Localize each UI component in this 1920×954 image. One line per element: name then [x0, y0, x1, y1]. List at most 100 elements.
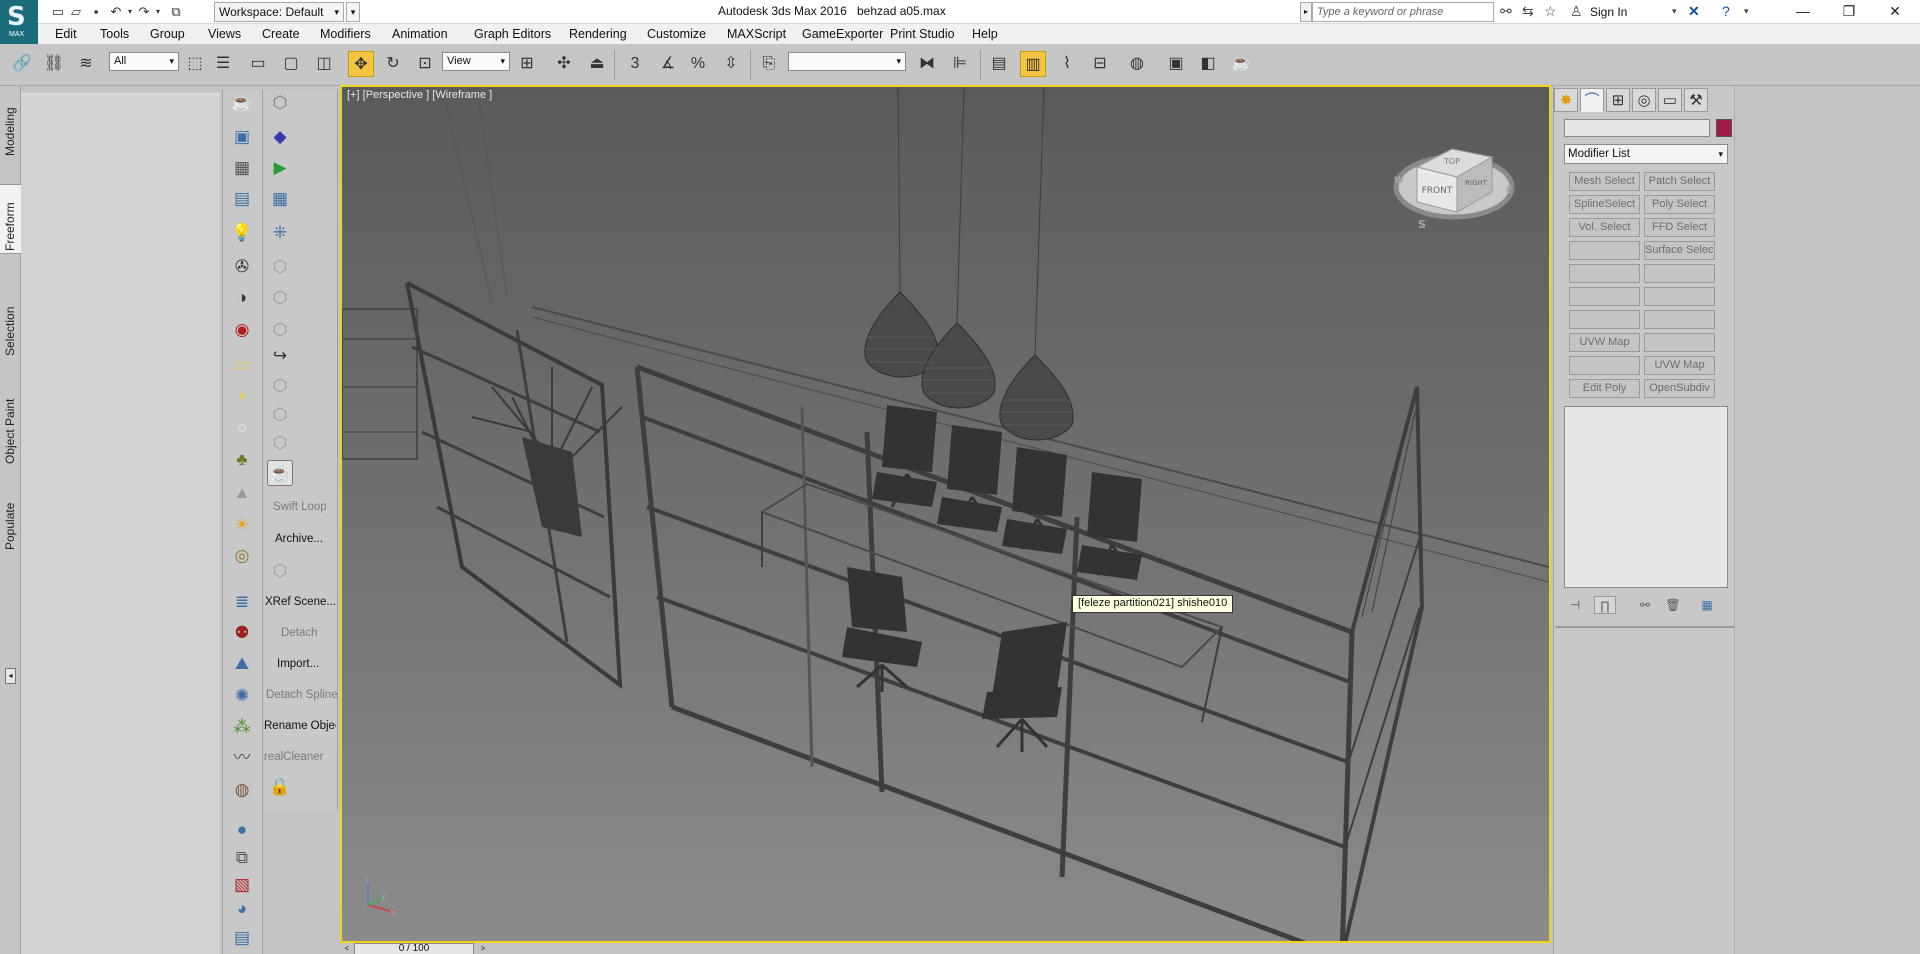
- calculator-icon[interactable]: ▦: [229, 155, 255, 181]
- image-viewer-icon[interactable]: ▣: [229, 124, 255, 150]
- search-expand-button[interactable]: ▸: [1300, 2, 1312, 22]
- tab-populate[interactable]: Populate: [0, 484, 21, 552]
- select-region-icon[interactable]: ◫: [311, 51, 337, 77]
- menu-edit[interactable]: Edit: [55, 27, 77, 41]
- chevron-left-icon[interactable]: <: [340, 943, 354, 954]
- molecule-icon[interactable]: ⁜: [267, 220, 293, 246]
- star-icon[interactable]: ☆: [1544, 3, 1557, 20]
- select-and-rotate-icon[interactable]: ↻: [380, 51, 406, 77]
- minimize-icon[interactable]: —: [1780, 0, 1826, 24]
- sign-in-dropdown-icon[interactable]: ▾: [1672, 6, 1677, 17]
- exchange-icon[interactable]: ⇆: [1522, 3, 1534, 20]
- manipulate-icon[interactable]: ✣: [551, 51, 577, 77]
- material-editor-icon[interactable]: ◍: [1124, 51, 1150, 77]
- box-icon[interactable]: ⬡: [267, 285, 293, 311]
- selection-filter-dropdown[interactable]: All ▾: [109, 52, 179, 71]
- hair-icon[interactable]: ≣: [229, 589, 255, 615]
- modifier-button[interactable]: UVW Map: [1569, 333, 1640, 352]
- teapot-render-icon[interactable]: ☕: [267, 460, 293, 486]
- menu-graph-editors[interactable]: Graph Editors: [474, 27, 551, 41]
- tab-object-paint[interactable]: Object Paint: [0, 382, 21, 466]
- rock-icon[interactable]: ◍: [229, 777, 255, 803]
- gear-sphere-icon[interactable]: ✺: [229, 683, 255, 709]
- presentation-icon[interactable]: ▦: [267, 186, 293, 212]
- utilities-tab-icon[interactable]: ⚒: [1684, 88, 1708, 112]
- menu-animation[interactable]: Animation: [392, 27, 448, 41]
- gem-icon[interactable]: ◆: [267, 124, 293, 150]
- spinner-snap-icon[interactable]: ⇳: [718, 51, 744, 77]
- detach-spline-button[interactable]: Detach Spline: [266, 689, 338, 701]
- schematic-view-icon[interactable]: ⊟: [1087, 51, 1113, 77]
- render-shade-icon[interactable]: ◑: [229, 285, 255, 311]
- motion-tab-icon[interactable]: ◎: [1632, 88, 1656, 112]
- box-icon[interactable]: ⬡: [267, 558, 293, 584]
- modifier-button[interactable]: [1569, 241, 1640, 260]
- modifier-button[interactable]: [1569, 264, 1640, 283]
- workspace-menu-button[interactable]: ▾: [346, 2, 360, 22]
- perspective-viewport[interactable]: [+] [Perspective ] [Wireframe ] TOP FRON…: [340, 85, 1551, 943]
- modifier-button[interactable]: Edit Poly: [1569, 379, 1640, 398]
- project-folder-icon[interactable]: ⧉: [167, 3, 185, 21]
- water-icon[interactable]: ◕: [229, 896, 255, 922]
- plant-icon[interactable]: ♣: [229, 447, 255, 473]
- modifier-list-dropdown[interactable]: Modifier List ▾: [1564, 144, 1728, 164]
- select-object-icon[interactable]: ⬚: [182, 51, 208, 77]
- menu-gameexporter[interactable]: GameExporter: [802, 27, 883, 41]
- viewport-label[interactable]: [+] [Perspective ] [Wireframe ]: [347, 89, 492, 101]
- modifier-button[interactable]: [1644, 264, 1715, 283]
- curve-editor-icon[interactable]: ⌇: [1054, 51, 1080, 77]
- modifier-button[interactable]: SplineSelect: [1569, 195, 1640, 214]
- modifier-button[interactable]: [1569, 310, 1640, 329]
- select-by-name-icon[interactable]: ☰: [210, 51, 236, 77]
- box-plus-icon[interactable]: ⬡: [267, 402, 293, 428]
- app-logo[interactable]: S MAX: [0, 0, 38, 44]
- workspace-dropdown[interactable]: Workspace: Default ▾: [214, 2, 344, 22]
- green-camera-icon[interactable]: ▶: [267, 155, 293, 181]
- keyboard-shortcut-override-icon[interactable]: ⏏: [584, 51, 610, 77]
- disk-icon[interactable]: ◎: [229, 543, 255, 569]
- x-autodesk-icon[interactable]: ✕: [1688, 3, 1700, 20]
- close-icon[interactable]: ✕: [1872, 0, 1918, 24]
- select-and-move-icon[interactable]: ✥: [348, 51, 374, 77]
- rectangular-selection-icon[interactable]: ▭: [245, 51, 271, 77]
- modify-tab-icon[interactable]: ⌒: [1580, 88, 1604, 112]
- plane-primitive-icon[interactable]: ▭: [229, 352, 255, 378]
- modifier-stack-list[interactable]: [1564, 406, 1728, 588]
- restore-icon[interactable]: ❐: [1826, 0, 1872, 24]
- help-search-input[interactable]: Type a keyword or phrase: [1312, 2, 1494, 22]
- modifier-button[interactable]: [1644, 310, 1715, 329]
- create-tab-icon[interactable]: ✸: [1554, 88, 1578, 112]
- pivot-center-icon[interactable]: ⊞: [514, 51, 540, 77]
- tab-freeform[interactable]: Freeform: [0, 184, 21, 254]
- rename-objects-button[interactable]: Rename Objects: [264, 720, 336, 732]
- sign-in-link[interactable]: Sign In: [1590, 5, 1627, 19]
- modifier-button[interactable]: Surface Select: [1644, 241, 1715, 260]
- percent-snap-icon[interactable]: %: [685, 51, 711, 77]
- import-button[interactable]: Import...: [277, 658, 349, 670]
- edit-named-selection-icon[interactable]: ⎘: [756, 51, 782, 77]
- mirror-icon[interactable]: ⧓: [914, 51, 940, 77]
- chevron-right-icon[interactable]: >: [476, 943, 490, 954]
- modifier-button[interactable]: [1569, 356, 1640, 375]
- help-icon[interactable]: ?: [1722, 3, 1730, 19]
- remove-modifier-icon[interactable]: 🗑: [1662, 596, 1684, 614]
- cone-primitive-icon[interactable]: ▲: [229, 480, 255, 506]
- teapot-icon[interactable]: ☕: [229, 90, 255, 116]
- bind-space-warp-icon[interactable]: ≋: [73, 51, 99, 77]
- box-icon[interactable]: ⬡: [267, 254, 293, 280]
- viewcube[interactable]: TOP FRONT RIGHT S E W: [1392, 127, 1522, 237]
- render-setup-icon[interactable]: ▣: [1163, 51, 1189, 77]
- modifier-button[interactable]: Patch Select: [1644, 172, 1715, 191]
- archive-button[interactable]: Archive...: [275, 533, 347, 545]
- ribbon-expand-button[interactable]: ◂: [5, 668, 16, 684]
- render-passes-icon[interactable]: ⧉: [229, 845, 255, 871]
- hierarchy-tab-icon[interactable]: ⊞: [1606, 88, 1630, 112]
- grass-icon[interactable]: ⁂: [229, 714, 255, 740]
- menu-group[interactable]: Group: [150, 27, 185, 41]
- modifier-button[interactable]: FFD Select: [1644, 218, 1715, 237]
- menu-help[interactable]: Help: [972, 27, 998, 41]
- box-plus-icon[interactable]: ⬡: [267, 373, 293, 399]
- make-unique-icon[interactable]: ⚯: [1634, 596, 1656, 614]
- modifier-button[interactable]: [1644, 287, 1715, 306]
- tab-selection[interactable]: Selection: [0, 286, 21, 358]
